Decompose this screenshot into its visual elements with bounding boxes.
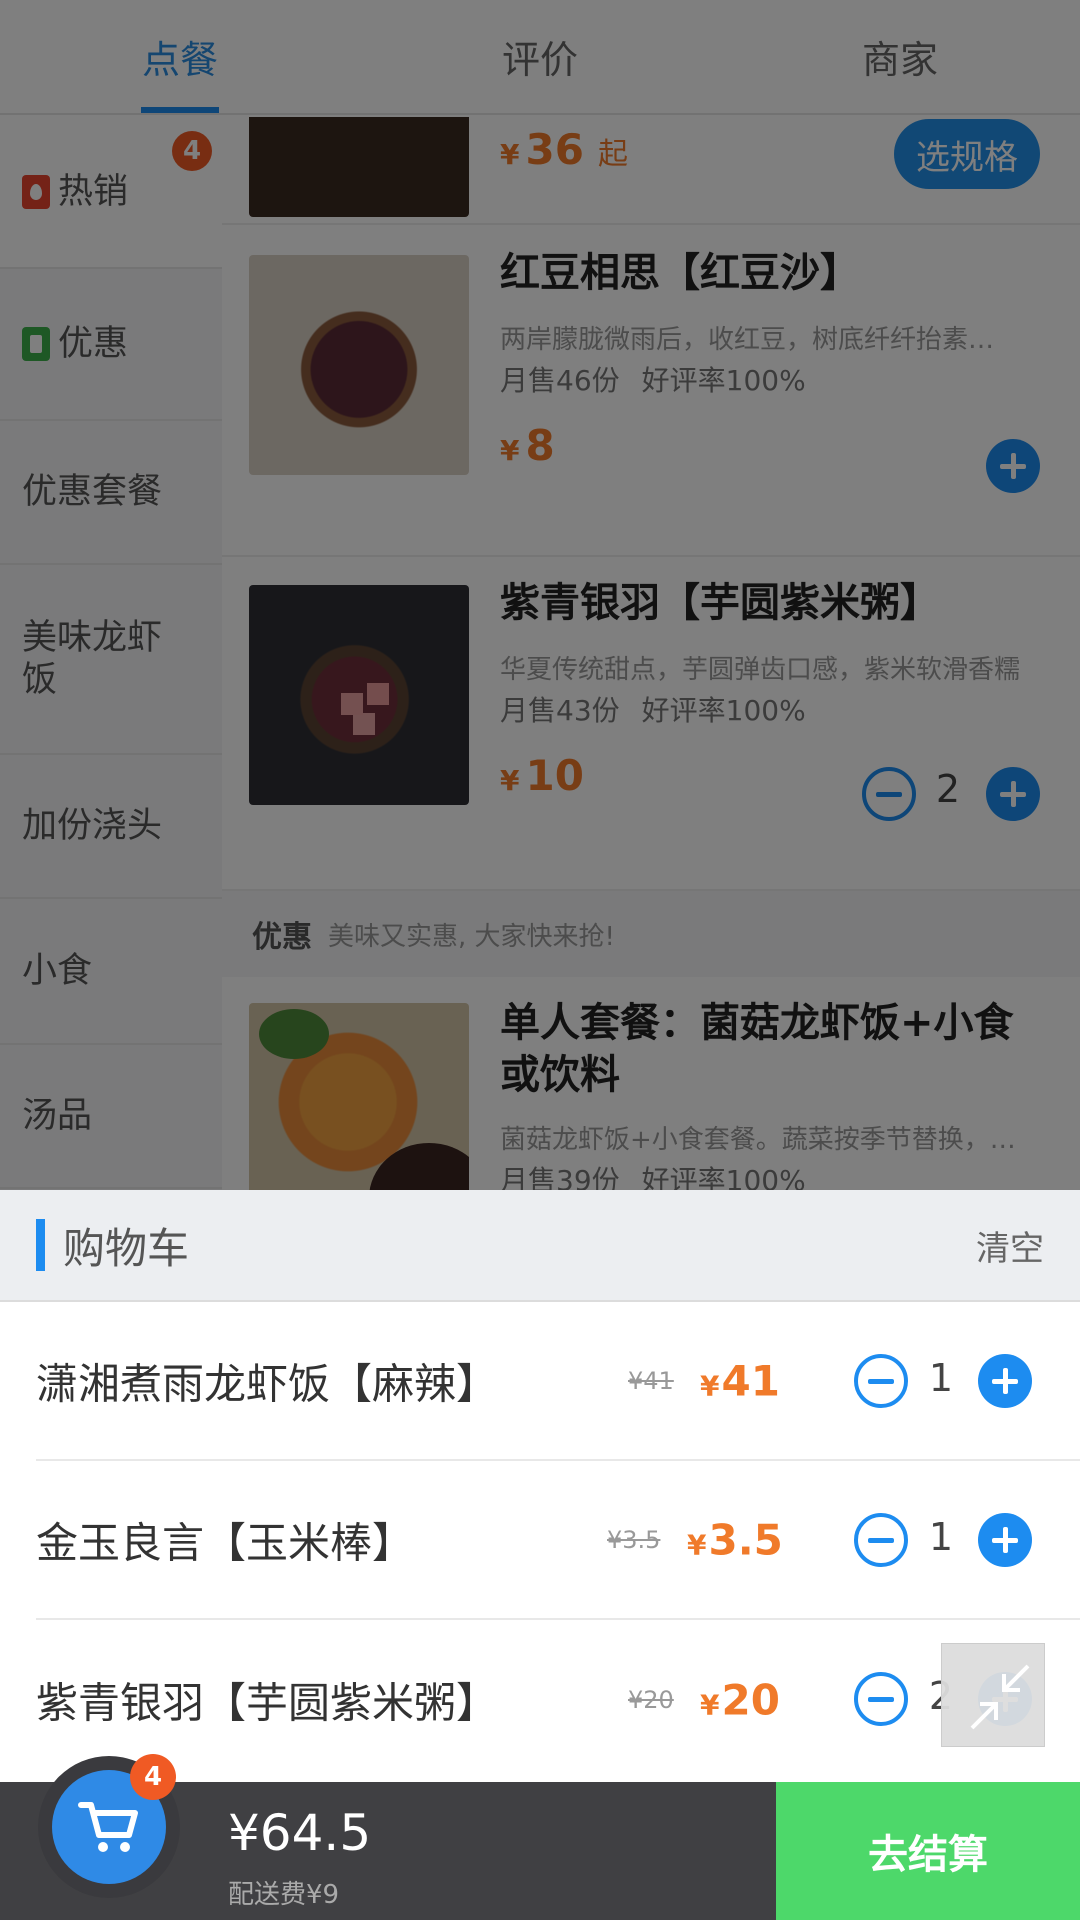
collapse-arrows-icon [970, 1664, 1030, 1730]
modal-overlay[interactable] [0, 0, 1080, 1190]
checkout-button[interactable]: 去结算 [776, 1782, 1080, 1920]
decrease-button[interactable] [854, 1672, 908, 1726]
cart-item-old-price: ¥3.5 [607, 1525, 661, 1554]
quantity-value: 1 [928, 1356, 954, 1400]
add-button[interactable] [978, 1354, 1032, 1408]
collapse-float-button[interactable] [941, 1643, 1045, 1747]
cart-item-name: 紫青银羽【芋圆紫米粥】 [36, 1678, 499, 1727]
cart-header: 购物车 清空 [0, 1190, 1080, 1302]
cart-item-old-price: ¥41 [628, 1366, 674, 1395]
cart-title: 购物车 [63, 1223, 190, 1273]
cart-item-price: ¥41 [700, 1356, 780, 1405]
cart-item-name: 潇湘煮雨龙虾饭【麻辣】 [36, 1359, 499, 1408]
cart-item-price: ¥3.5 [687, 1515, 783, 1564]
cart-icon [78, 1802, 138, 1852]
cart-item-old-price: ¥20 [628, 1685, 674, 1714]
cart-count-badge: 4 [130, 1754, 176, 1800]
decrease-button[interactable] [854, 1354, 908, 1408]
cart-item-name: 金玉良言【玉米棒】 [36, 1518, 415, 1567]
cart-item-price: ¥20 [700, 1675, 780, 1724]
cart-item: 潇湘煮雨龙虾饭【麻辣】 ¥41 ¥41 1 [36, 1302, 1080, 1461]
clear-cart-button[interactable]: 清空 [976, 1221, 1044, 1270]
cart-item: 金玉良言【玉米棒】 ¥3.5 ¥3.5 1 [36, 1461, 1080, 1620]
add-button[interactable] [978, 1513, 1032, 1567]
quantity-value: 1 [928, 1515, 954, 1559]
cart-panel: 购物车 清空 潇湘煮雨龙虾饭【麻辣】 ¥41 ¥41 1 金玉良言【玉米棒】 ¥… [0, 1190, 1080, 1782]
delivery-fee: 配送费¥9 [228, 1880, 340, 1910]
decrease-button[interactable] [854, 1513, 908, 1567]
total-price: ¥64.5 [228, 1804, 372, 1862]
cart-item: 紫青银羽【芋圆紫米粥】 ¥20 ¥20 2 [36, 1620, 1080, 1779]
